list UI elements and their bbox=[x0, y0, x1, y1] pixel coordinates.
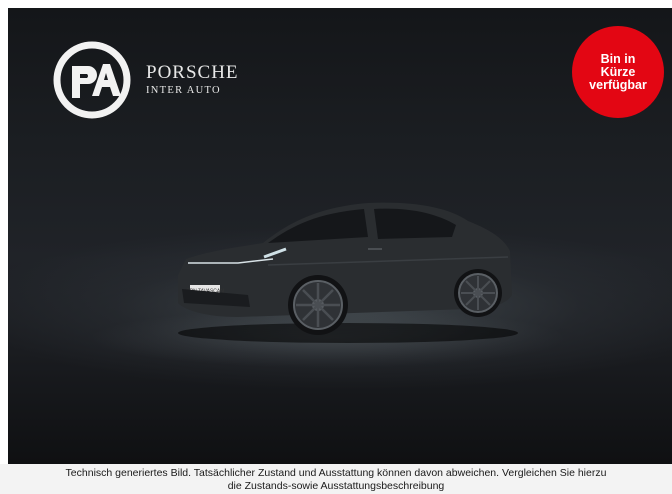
pia-logo-icon bbox=[53, 41, 131, 119]
dealer-name: PORSCHE INTER AUTO bbox=[146, 62, 239, 98]
dealer-name-line1: PORSCHE bbox=[146, 62, 239, 83]
badge-line2: Kürze bbox=[600, 64, 636, 79]
car-illustration: CPN TAVASCAN bbox=[178, 202, 518, 343]
vehicle-image-frame[interactable]: PORSCHE INTER AUTO Bin in Kürze verfügba… bbox=[8, 8, 672, 464]
disclaimer-line2: die Zustands-sowie Ausstattungsbeschreib… bbox=[227, 480, 445, 492]
dealer-logo: PORSCHE INTER AUTO bbox=[52, 40, 239, 120]
availability-badge: Bin in Kürze verfügbar bbox=[572, 26, 664, 118]
badge-line3: verfügbar bbox=[589, 77, 647, 92]
badge-line1: Bin in bbox=[600, 51, 636, 66]
disclaimer-line1: Technisch generiertes Bild. Tatsächliche… bbox=[65, 467, 607, 479]
dealer-name-line2: INTER AUTO bbox=[146, 85, 221, 96]
image-disclaimer: Technisch generiertes Bild. Tatsächliche… bbox=[0, 464, 672, 494]
